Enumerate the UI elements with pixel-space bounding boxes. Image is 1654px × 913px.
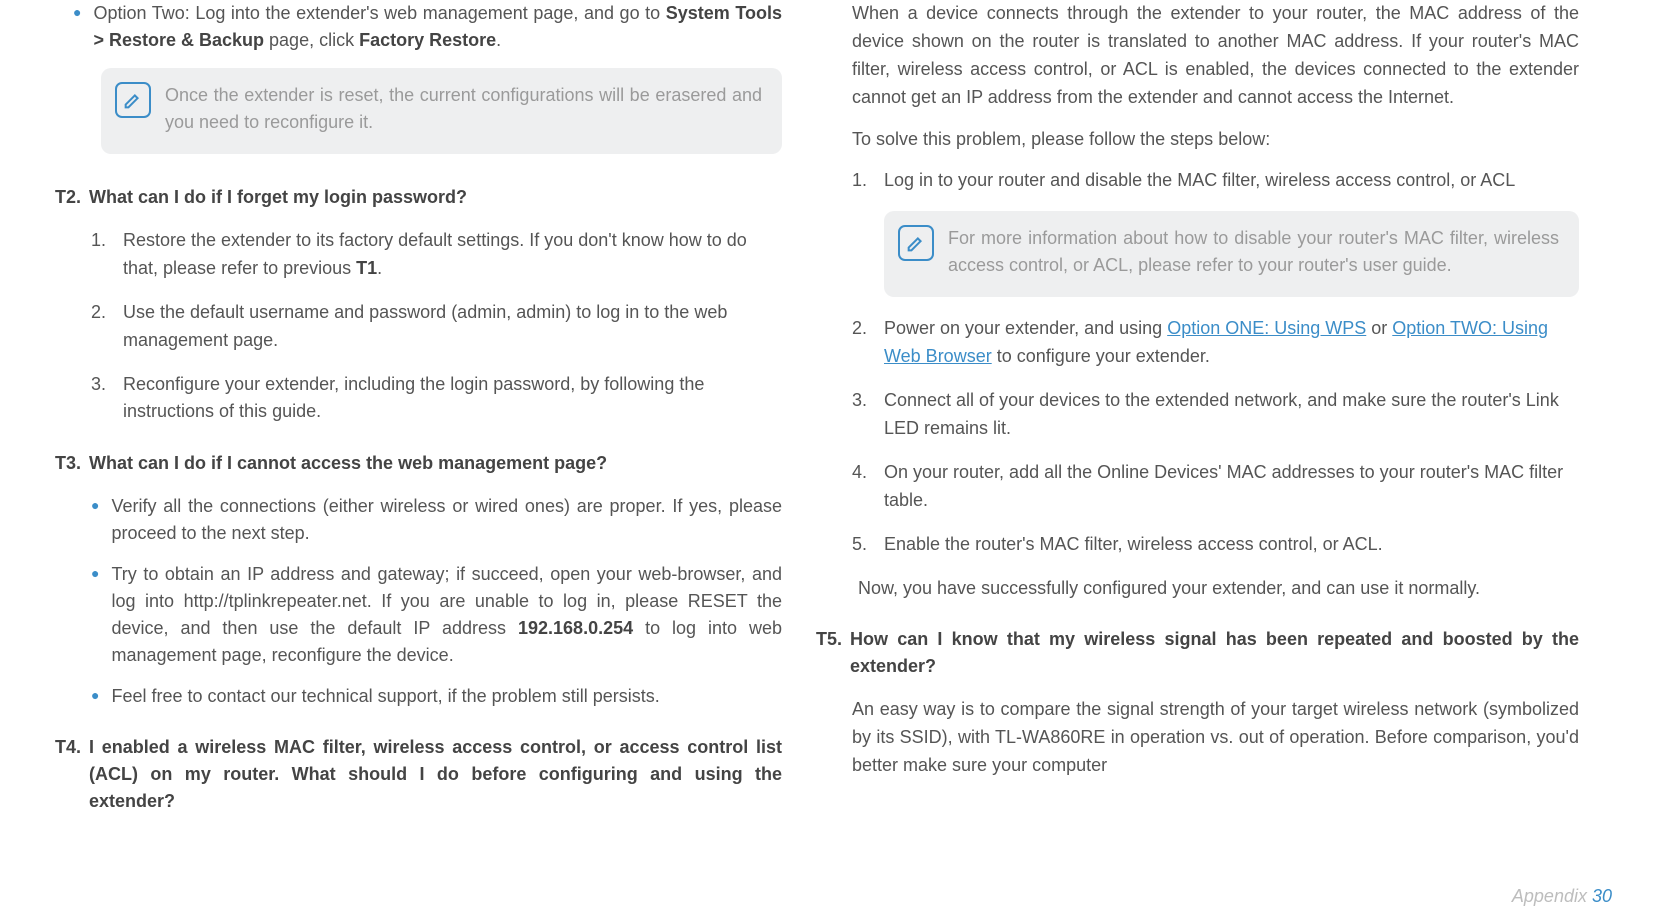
note-text: Once the extender is reset, the current … [165, 82, 762, 136]
heading-code: T2. [55, 184, 89, 211]
list-item: 3. Connect all of your devices to the ex… [852, 387, 1579, 443]
bullet-item: ● Try to obtain an IP address and gatewa… [73, 561, 782, 669]
paragraph: To solve this problem, please follow the… [852, 126, 1579, 154]
item-number: 3. [852, 387, 884, 443]
bold: Factory Restore [359, 30, 496, 50]
text: or [1366, 318, 1392, 338]
text: . [496, 30, 501, 50]
option-two-text: Option Two: Log into the extender's web … [93, 0, 782, 54]
item-text: On your router, add all the Online Devic… [884, 459, 1579, 515]
heading-text: How can I know that my wireless signal h… [850, 626, 1579, 680]
item-number: 2. [91, 299, 123, 355]
list-item: 2. Power on your extender, and using Opt… [852, 315, 1579, 371]
bullet-item: ● Feel free to contact our technical sup… [73, 683, 782, 710]
text: Restore the extender to its factory defa… [123, 230, 747, 278]
item-text: Connect all of your devices to the exten… [884, 387, 1579, 443]
bullet-icon: ● [73, 0, 81, 54]
t5-heading: T5. How can I know that my wireless sign… [816, 626, 1579, 680]
option-two-bullet: ● Option Two: Log into the extender's we… [55, 0, 782, 54]
bullet-item: ● Verify all the connections (either wir… [73, 493, 782, 547]
note-box: Once the extender is reset, the current … [101, 68, 782, 154]
bullet-text: Try to obtain an IP address and gateway;… [111, 561, 782, 669]
item-text: Power on your extender, and using Option… [884, 315, 1579, 371]
text: to configure your extender. [992, 346, 1210, 366]
text: Option Two: Log into the extender's web … [93, 3, 665, 23]
list-item: 1. Log in to your router and disable the… [852, 167, 1579, 195]
heading-code: T4. [55, 734, 89, 815]
t3-heading: T3. What can I do if I cannot access the… [55, 450, 782, 477]
item-number: 5. [852, 531, 884, 559]
item-text: Reconfigure your extender, including the… [123, 371, 782, 427]
paragraph: When a device connects through the exten… [852, 0, 1579, 112]
heading-code: T3. [55, 450, 89, 477]
heading-code: T5. [816, 626, 850, 680]
paragraph: Now, you have successfully configured yo… [858, 575, 1579, 603]
page-container: ● Option Two: Log into the extender's we… [0, 0, 1654, 831]
right-column: When a device connects through the exten… [827, 0, 1624, 831]
paragraph: An easy way is to compare the signal str… [852, 696, 1579, 780]
item-number: 1. [852, 167, 884, 195]
item-text: Enable the router's MAC filter, wireless… [884, 531, 1579, 559]
bold: T1 [356, 258, 377, 278]
t4-heading: T4. I enabled a wireless MAC filter, wir… [55, 734, 782, 815]
edit-icon [115, 82, 151, 118]
link-option-one[interactable]: Option ONE: Using WPS [1167, 318, 1366, 338]
page-footer: Appendix 30 [1512, 886, 1612, 907]
list-item: 1. Restore the extender to its factory d… [91, 227, 782, 283]
text: page, click [264, 30, 359, 50]
bullet-icon: ● [91, 561, 99, 669]
text: . [377, 258, 382, 278]
footer-label: Appendix [1512, 886, 1592, 906]
bullet-icon: ● [91, 683, 99, 710]
list-item: 4. On your router, add all the Online De… [852, 459, 1579, 515]
item-number: 1. [91, 227, 123, 283]
item-text: Log in to your router and disable the MA… [884, 167, 1579, 195]
heading-text: What can I do if I cannot access the web… [89, 450, 782, 477]
item-number: 4. [852, 459, 884, 515]
bold: 192.168.0.254 [518, 618, 633, 638]
edit-icon [898, 225, 934, 261]
bullet-text: Feel free to contact our technical suppo… [111, 683, 782, 710]
list-item: 3. Reconfigure your extender, including … [91, 371, 782, 427]
list-item: 2. Use the default username and password… [91, 299, 782, 355]
page-number: 30 [1592, 886, 1612, 906]
bullet-text: Verify all the connections (either wirel… [111, 493, 782, 547]
left-column: ● Option Two: Log into the extender's we… [30, 0, 827, 831]
item-text: Restore the extender to its factory defa… [123, 227, 782, 283]
heading-text: I enabled a wireless MAC filter, wireles… [89, 734, 782, 815]
bullet-icon: ● [91, 493, 99, 547]
heading-text: What can I do if I forget my login passw… [89, 184, 782, 211]
item-number: 2. [852, 315, 884, 371]
item-number: 3. [91, 371, 123, 427]
list-item: 5. Enable the router's MAC filter, wirel… [852, 531, 1579, 559]
note-box: For more information about how to disabl… [884, 211, 1579, 297]
note-text: For more information about how to disabl… [948, 225, 1559, 279]
t2-heading: T2. What can I do if I forget my login p… [55, 184, 782, 211]
item-text: Use the default username and password (a… [123, 299, 782, 355]
text: Power on your extender, and using [884, 318, 1167, 338]
